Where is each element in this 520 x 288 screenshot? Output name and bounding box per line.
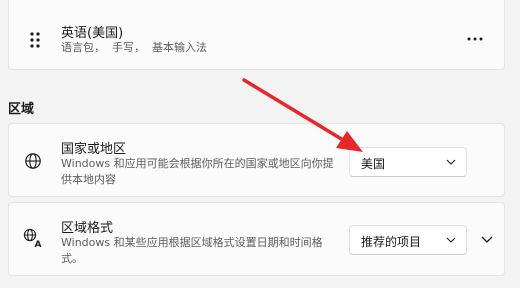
- chevron-down-icon: [446, 237, 456, 243]
- format-description-line1: Windows 和某些应用根据区域格式设置日期和时间格: [61, 236, 323, 249]
- regional-format-setting[interactable]: A 区域格式 Windows 和某些应用根据区域格式设置日期和时间格 式。 推荐…: [8, 202, 505, 276]
- globe-icon: [25, 153, 41, 169]
- expand-chevron-icon[interactable]: [481, 236, 493, 243]
- country-region-setting: 国家或地区 Windows 和应用可能会根据你所在的国家或地区向你提 供本地内容…: [8, 123, 505, 197]
- more-options-icon[interactable]: [467, 37, 483, 41]
- country-title: 国家或地区: [61, 142, 127, 157]
- language-title: 英语(美国): [61, 26, 124, 41]
- country-dropdown-value: 美国: [361, 157, 386, 171]
- language-item-card[interactable]: 英语(美国) 语言包， 手写， 基本输入法: [8, 0, 505, 70]
- country-description-line2: 供本地内容: [61, 173, 116, 186]
- format-description-line2: 式。: [61, 252, 83, 265]
- regional-format-icon: A: [23, 228, 42, 248]
- region-section-heading: 区域: [8, 102, 35, 117]
- language-description: 语言包， 手写， 基本输入法: [61, 41, 207, 54]
- svg-text:A: A: [35, 240, 42, 248]
- country-description-line1: Windows 和应用可能会根据你所在的国家或地区向你提: [61, 157, 334, 170]
- chevron-down-icon: [446, 159, 456, 165]
- regional-format-dropdown[interactable]: 推荐的项目: [349, 225, 467, 255]
- country-dropdown[interactable]: 美国: [349, 147, 467, 177]
- format-dropdown-value: 推荐的项目: [361, 235, 422, 249]
- format-title: 区域格式: [61, 221, 114, 236]
- drag-handle-icon[interactable]: [29, 31, 41, 49]
